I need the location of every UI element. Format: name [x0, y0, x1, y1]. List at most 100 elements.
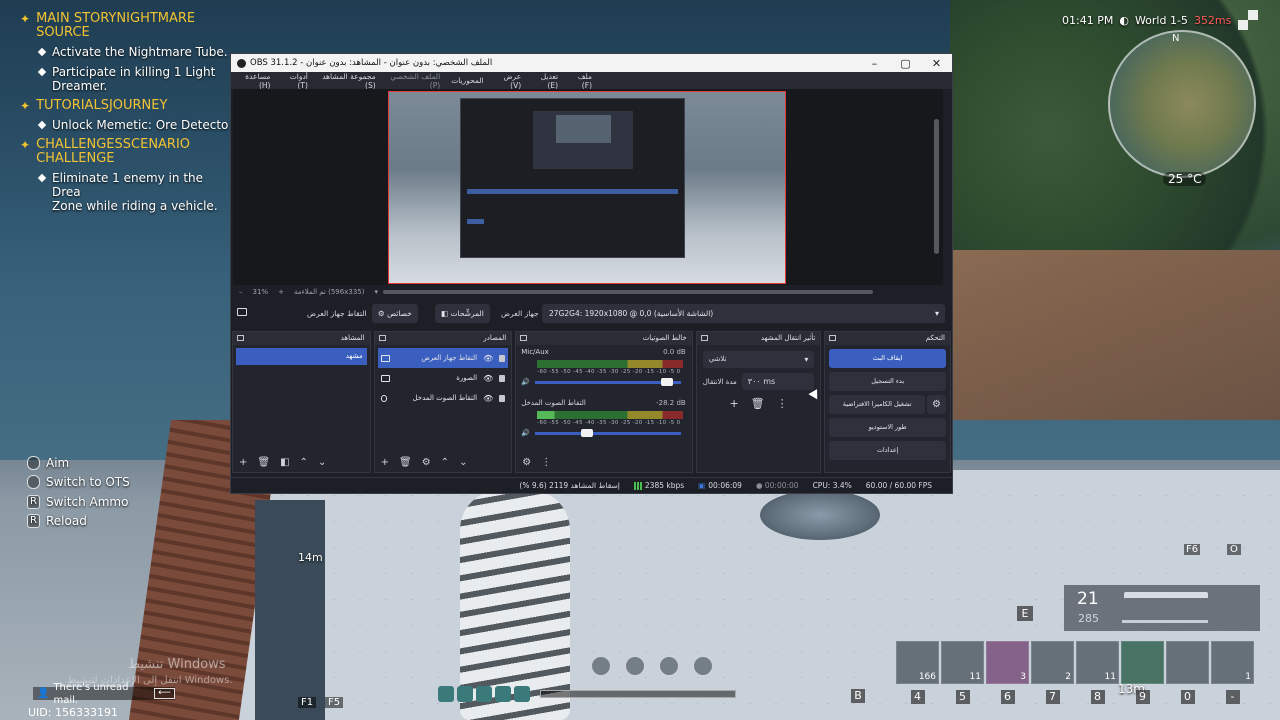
lock-icon[interactable]	[499, 394, 506, 402]
chevron-down-icon: ▾	[804, 355, 809, 364]
monitor-icon	[380, 354, 390, 362]
menu-profile[interactable]: الملف الشخصي (P)	[387, 72, 440, 90]
slider-knob[interactable]	[581, 428, 594, 437]
down-icon[interactable]: ⌄	[459, 457, 467, 468]
ability-icon[interactable]	[692, 655, 714, 677]
menu-help[interactable]: مساعدة (H)	[237, 72, 270, 90]
hotbar-slot[interactable]: 11	[1076, 641, 1119, 684]
qr-icon[interactable]	[1238, 10, 1258, 30]
menu-file[interactable]: ملف (F)	[569, 72, 592, 90]
mail-notification[interactable]: 👤 There's unread mail. ⟵	[33, 682, 175, 706]
add-icon[interactable]: +	[239, 457, 247, 468]
hotbar-slot[interactable]	[1121, 641, 1164, 684]
maximize-button[interactable]: ▢	[890, 57, 921, 70]
ability-icon[interactable]	[590, 655, 612, 677]
slider-knob[interactable]	[661, 377, 674, 386]
menu-edit[interactable]: تعديل (E)	[532, 72, 558, 90]
eye-icon[interactable]: 👁	[483, 354, 493, 363]
popout-icon[interactable]	[378, 335, 386, 341]
wooden-dock	[950, 250, 1280, 420]
scene-item[interactable]: مشهد	[236, 348, 367, 365]
minimap[interactable]	[1108, 30, 1256, 178]
popout-icon[interactable]	[700, 335, 708, 341]
trash-icon[interactable]: 🗑	[257, 457, 270, 468]
popout-icon[interactable]	[829, 335, 837, 341]
quest-objective: Participate in killing 1 Light Dreamer.	[20, 65, 235, 93]
settings-button[interactable]: إعدادات	[829, 441, 946, 460]
add-icon[interactable]: +	[381, 457, 389, 468]
source-item-image[interactable]: الصورة 👁	[375, 368, 512, 388]
start-recording-button[interactable]: بدء التسجيل	[829, 372, 946, 391]
display-select[interactable]: 27G2G4: 1920x1080 @ 0,0 (الشاشة الأساسية…	[542, 304, 945, 323]
ping: 352ms	[1193, 14, 1232, 27]
properties-button[interactable]: ⚙ خصائص	[372, 304, 418, 323]
mixer-header: خالط الصوتيات	[516, 332, 692, 345]
zoom-dropdown[interactable]: ▾	[374, 288, 378, 296]
speaker-icon[interactable]: 🔊	[521, 378, 530, 386]
preview-hscrollbar[interactable]	[383, 290, 873, 294]
popout-icon[interactable]	[520, 335, 528, 341]
up-icon[interactable]: ⌃	[441, 457, 449, 468]
stop-streaming-button[interactable]: ايقاف البث	[829, 349, 946, 368]
filters-button[interactable]: ◧ المرشِّحات	[435, 304, 490, 323]
source-item-audio[interactable]: التقاط الصوت المدخل 👁	[375, 388, 512, 408]
scenes-footer: + 🗑 ◧ ⌃ ⌄	[233, 454, 370, 470]
menu-tools[interactable]: أدوات (T)	[281, 72, 308, 90]
menu-view[interactable]: عرض (V)	[495, 72, 521, 90]
chevron-down-icon: ▾	[934, 309, 939, 318]
menu-docks[interactable]: المحوريات	[451, 76, 483, 85]
close-button[interactable]: ✕	[921, 57, 952, 70]
menu-dots-icon[interactable]: ⋮	[541, 457, 551, 468]
trash-icon[interactable]: 🗑	[751, 397, 765, 410]
obs-titlebar[interactable]: OBS 31.1.2 - الملف الشخصي: بدون عنوان - …	[231, 54, 952, 72]
filter-icon[interactable]: ◧	[280, 457, 289, 468]
hotbar: 166 11 3 2 11 1	[896, 641, 1254, 684]
eye-icon[interactable]: 👁	[483, 394, 493, 403]
hotbar-slot[interactable]: 11	[941, 641, 984, 684]
duration-input[interactable]: ٣٠٠ ms	[741, 373, 814, 390]
up-icon[interactable]: ⌃	[300, 457, 308, 468]
obs-window[interactable]: OBS 31.1.2 - الملف الشخصي: بدون عنوان - …	[230, 53, 953, 494]
preview-area[interactable]	[233, 89, 943, 285]
volume-slider[interactable]	[534, 428, 681, 437]
add-icon[interactable]: +	[729, 397, 738, 410]
gear-icon[interactable]: ⚙	[422, 457, 431, 468]
lock-icon[interactable]	[499, 354, 506, 362]
zoom-level: 31%	[252, 288, 269, 296]
hotbar-slot[interactable]: 1	[1211, 641, 1254, 684]
hotbar-slot[interactable]: 166	[896, 641, 939, 684]
minimize-button[interactable]: –	[859, 57, 890, 70]
gear-icon[interactable]: ⚙	[927, 395, 946, 414]
quest-title-tutorial[interactable]: ✦ TUTORIALSJOURNEY	[20, 99, 235, 114]
menu-dots-icon[interactable]: ⋮	[777, 397, 788, 410]
ability-icon[interactable]	[658, 655, 680, 677]
key-e: E	[1017, 606, 1033, 621]
studio-mode-button[interactable]: طور الاستوديو	[829, 418, 946, 437]
advanced-audio-icon[interactable]: ⚙	[522, 457, 531, 468]
speaker-icon[interactable]: 🔊	[521, 429, 530, 437]
preview-canvas[interactable]	[388, 91, 786, 284]
volume-slider[interactable]	[534, 377, 681, 386]
person-icon: 👤	[37, 688, 50, 699]
menu-scene-collection[interactable]: مجموعة المشاهد (S)	[319, 72, 376, 90]
hotbar-slot[interactable]: 3	[986, 641, 1029, 684]
down-icon[interactable]: ⌄	[318, 457, 326, 468]
lock-icon[interactable]	[499, 374, 506, 382]
buff-icon	[476, 686, 492, 702]
source-item-display[interactable]: التقاط جهاز العرض 👁	[377, 348, 509, 368]
quest-title-main[interactable]: ✦ MAIN STORYNIGHTMARE SOURCE	[20, 12, 235, 40]
transition-select[interactable]: تلاشي ▾	[702, 351, 815, 368]
signal-icon	[633, 482, 642, 490]
virtual-camera-button[interactable]: تشغيل الكاميرا الافتراضية	[829, 395, 925, 414]
capture-label: التقاط جهاز العرض	[307, 309, 367, 318]
trash-icon[interactable]: 🗑	[399, 457, 412, 468]
hotbar-slot[interactable]	[1166, 641, 1209, 684]
eye-icon[interactable]: 👁	[483, 374, 493, 383]
preview-scrollbar[interactable]	[934, 119, 939, 254]
zoom-in-button[interactable]: +	[278, 288, 284, 296]
hotbar-slot[interactable]: 2	[1031, 641, 1074, 684]
zoom-out-button[interactable]: –	[239, 288, 243, 296]
ability-icon[interactable]	[624, 655, 646, 677]
popout-icon[interactable]	[237, 335, 244, 341]
quest-title-challenge[interactable]: ✦ CHALLENGESSCENARIO CHALLENGE	[20, 138, 235, 166]
